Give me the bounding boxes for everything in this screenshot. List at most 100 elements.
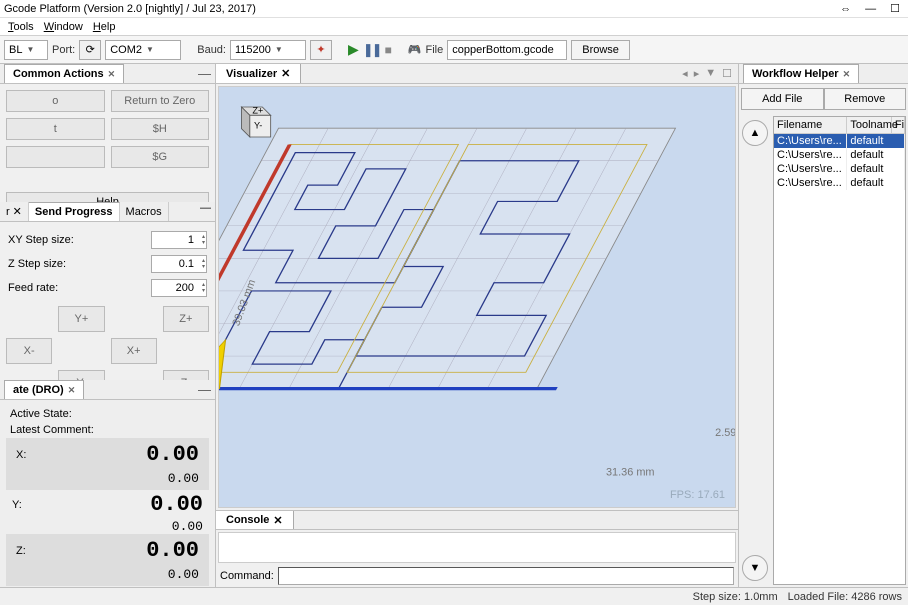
fps-label: FPS: 17.61 (670, 489, 725, 501)
add-file-button[interactable]: Add File (741, 88, 824, 110)
col-filename[interactable]: Filename (774, 117, 847, 133)
prev-icon[interactable]: ◂ (682, 67, 688, 80)
restore-icon[interactable]: ⇔ (840, 3, 851, 15)
menu-help[interactable]: Help (89, 19, 120, 35)
table-row[interactable]: C:\Users\re...default (774, 176, 905, 190)
file-input[interactable]: copperBottom.gcode (447, 40, 567, 60)
soft-reset-button[interactable]: t (6, 118, 105, 140)
jog-x-plus[interactable]: X+ (111, 338, 157, 364)
play-icon[interactable]: ▶ (348, 41, 359, 58)
browse-button[interactable]: Browse (571, 40, 630, 60)
close-icon[interactable]: ✕ (843, 69, 851, 80)
move-up-button[interactable]: ▲ (742, 120, 768, 146)
minimize-icon[interactable]: — (865, 3, 876, 15)
x-machine-value: 0.00 (168, 471, 199, 486)
close-icon[interactable]: ✕ (68, 385, 76, 396)
menubar: Tools Window Help (0, 18, 908, 36)
x-axis-label: X: (16, 449, 26, 461)
tab-common-actions[interactable]: Common Actions✕ (4, 64, 124, 83)
baud-select[interactable]: 115200▼ (230, 40, 306, 60)
command-label: Command: (220, 570, 274, 582)
home-button[interactable]: $H (111, 118, 210, 140)
tab-dro[interactable]: ate (DRO)✕ (4, 380, 84, 399)
tab-r[interactable]: r✕ (0, 202, 29, 221)
tab-console[interactable]: Console✕ (216, 511, 294, 529)
tab-workflow-helper[interactable]: Workflow Helper✕ (743, 64, 859, 83)
visualizer-canvas[interactable]: Z+ Y- (218, 86, 736, 508)
minimize-panel-icon[interactable]: — (200, 202, 211, 221)
maximize-icon[interactable]: ☐ (890, 2, 900, 15)
z-work-value: 0.00 (146, 538, 199, 563)
close-icon[interactable]: ✕ (281, 67, 290, 80)
baud-label: Baud: (197, 44, 226, 56)
firmware-select[interactable]: BL▼ (4, 40, 48, 60)
status-bar: Step size: 1.0mm Loaded File: 4286 rows (0, 587, 908, 605)
blank-button[interactable] (6, 146, 105, 168)
orientation-cube[interactable]: Z+ Y- (229, 97, 279, 147)
z-machine-value: 0.00 (168, 567, 199, 582)
minimize-panel-icon[interactable]: — (198, 66, 211, 81)
table-row[interactable]: C:\Users\re...default (774, 148, 905, 162)
xy-step-input[interactable]: 1 (151, 231, 207, 249)
cube-front-label: Y- (254, 121, 262, 131)
port-select[interactable]: COM2▼ (105, 40, 181, 60)
active-state-label: Active State: (10, 408, 72, 420)
dropdown-icon[interactable]: ▼ (705, 67, 716, 80)
feed-rate-label: Feed rate: (8, 282, 58, 294)
z-step-label: Z Step size: (8, 258, 66, 270)
console-output[interactable] (218, 532, 736, 563)
file-label: File (426, 44, 444, 56)
y-axis-label: Y: (12, 499, 22, 511)
tab-macros[interactable]: Macros (120, 202, 169, 221)
stop-icon[interactable]: ■ (385, 43, 392, 57)
send-tabstrip: r✕ Send Progress Macros — (0, 202, 215, 222)
maximize-pane-icon[interactable]: ☐ (722, 67, 732, 80)
y-work-value: 0.00 (150, 492, 203, 517)
return-to-zero-button[interactable]: Return to Zero (111, 90, 210, 112)
table-row[interactable]: C:\Users\re...default (774, 162, 905, 176)
port-label: Port: (52, 44, 75, 56)
close-icon[interactable]: ✕ (108, 69, 116, 80)
next-icon[interactable]: ▸ (694, 67, 700, 80)
menu-tools[interactable]: Tools (4, 19, 38, 35)
common-actions-header: Common Actions✕ — (0, 64, 215, 84)
dim-x-label: 31.36 mm (606, 466, 655, 478)
table-row[interactable]: C:\Users\re...default (774, 134, 905, 148)
z-axis-label: Z: (16, 545, 26, 557)
col-fi[interactable]: Fi (892, 117, 905, 133)
controller-icon[interactable]: 🎮 (408, 43, 422, 56)
feed-rate-input[interactable]: 200 (151, 279, 207, 297)
jog-x-minus[interactable]: X- (6, 338, 52, 364)
status-loaded: Loaded File: 4286 rows (788, 591, 902, 603)
command-input[interactable] (278, 567, 734, 585)
menu-window[interactable]: Window (40, 19, 87, 35)
file-table[interactable]: Filename Toolname Fi C:\Users\re...defau… (773, 116, 906, 585)
gcode-preview: 31.36 mm 39.03 mm 2.59 mm (219, 87, 735, 507)
z-step-input[interactable]: 0.1 (151, 255, 207, 273)
pause-icon[interactable]: ❚❚ (363, 42, 381, 58)
toolbar: BL▼ Port: ⟳ COM2▼ Baud: 115200▼ ✦ ▶ ❚❚ ■… (0, 36, 908, 64)
close-icon[interactable]: ✕ (273, 514, 282, 526)
titlebar: Gcode Platform (Version 2.0 [nightly] / … (0, 0, 908, 18)
status-step: Step size: 1.0mm (693, 591, 778, 603)
xy-step-label: XY Step size: (8, 234, 74, 246)
x-work-value: 0.00 (146, 442, 199, 467)
jog-z-plus[interactable]: Z+ (163, 306, 209, 332)
refresh-ports-button[interactable]: ⟳ (79, 40, 101, 60)
window-title: Gcode Platform (Version 2.0 [nightly] / … (4, 3, 840, 15)
window-controls: ⇔ — ☐ (840, 2, 904, 15)
reset-zero-button[interactable]: o (6, 90, 105, 112)
jog-y-plus[interactable]: Y+ (58, 306, 104, 332)
latest-comment-label: Latest Comment: (10, 424, 94, 436)
tab-send-progress[interactable]: Send Progress (29, 202, 120, 221)
remove-file-button[interactable]: Remove (824, 88, 907, 110)
minimize-panel-icon[interactable]: — (198, 382, 211, 397)
gstate-button[interactable]: $G (111, 146, 210, 168)
tab-visualizer[interactable]: Visualizer✕ (216, 64, 301, 83)
col-toolname[interactable]: Toolname (847, 117, 892, 133)
cube-top-label: Z+ (252, 106, 263, 116)
dim-z-label: 2.59 mm (715, 427, 735, 439)
move-down-button[interactable]: ▼ (742, 555, 768, 581)
connect-button[interactable]: ✦ (310, 40, 332, 60)
y-machine-value: 0.00 (172, 519, 203, 534)
